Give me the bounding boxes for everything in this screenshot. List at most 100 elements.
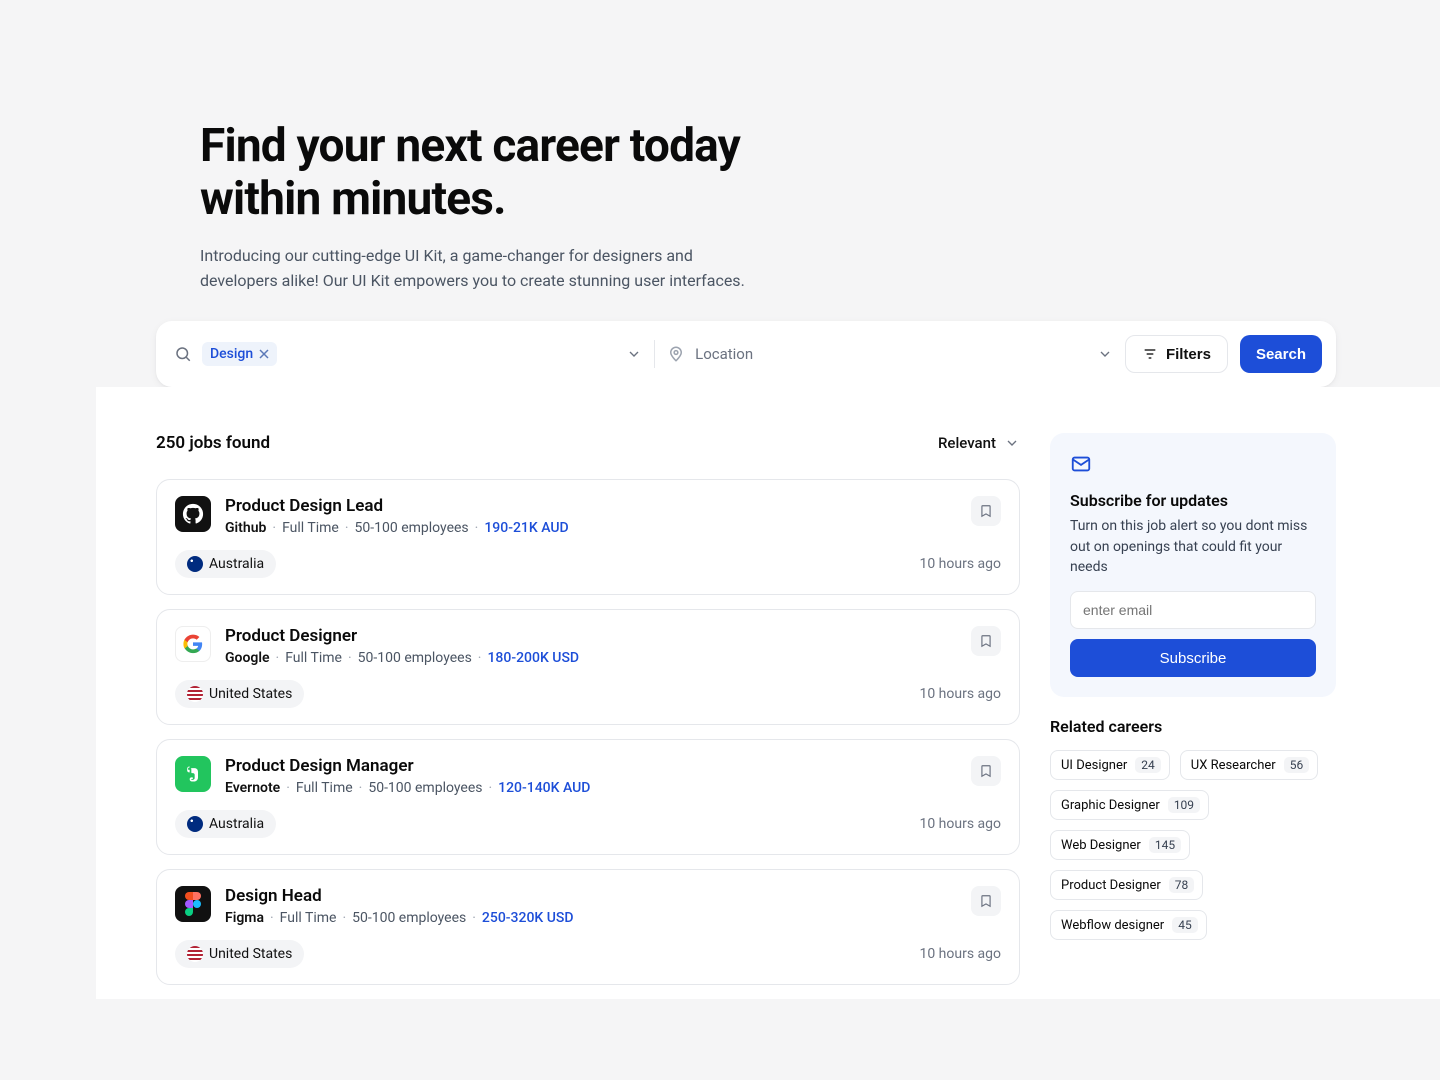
related-tag[interactable]: UX Researcher 56 bbox=[1180, 750, 1318, 780]
job-meta: Figma·Full Time·50-100 employees·250-320… bbox=[225, 910, 957, 926]
related-tag[interactable]: Web Designer 145 bbox=[1050, 830, 1190, 860]
job-type: Full Time bbox=[285, 650, 342, 666]
chip-label: Design bbox=[210, 346, 253, 362]
job-title: Design Head bbox=[225, 886, 957, 906]
related-tag[interactable]: Product Designer 78 bbox=[1050, 870, 1203, 900]
location-segment[interactable]: Location bbox=[667, 345, 1113, 363]
chevron-down-icon[interactable] bbox=[1097, 346, 1113, 362]
location-chip: Australia bbox=[175, 810, 276, 838]
subscribe-button[interactable]: Subscribe bbox=[1070, 639, 1316, 677]
search-bar: Design Location Filters Search bbox=[156, 321, 1336, 387]
company-logo bbox=[175, 756, 211, 792]
location-pin-icon bbox=[667, 345, 685, 363]
divider bbox=[654, 340, 655, 368]
flag-icon bbox=[187, 946, 203, 962]
chevron-down-icon bbox=[1004, 435, 1020, 451]
subscribe-card: Subscribe for updates Turn on this job a… bbox=[1050, 433, 1336, 697]
mail-icon bbox=[1070, 453, 1092, 475]
tag-count: 78 bbox=[1169, 877, 1195, 893]
flag-icon bbox=[187, 556, 203, 572]
related-title: Related careers bbox=[1050, 717, 1336, 736]
job-card[interactable]: Product Design Manager Evernote·Full Time… bbox=[156, 739, 1020, 855]
location-chip: United States bbox=[175, 680, 304, 708]
job-meta: Google·Full Time·50-100 employees·180-20… bbox=[225, 650, 957, 666]
job-card[interactable]: Design Head Figma·Full Time·50-100 employ… bbox=[156, 869, 1020, 985]
job-title: Product Design Manager bbox=[225, 756, 957, 776]
filters-label: Filters bbox=[1166, 346, 1211, 363]
tag-label: Product Designer bbox=[1061, 878, 1161, 893]
salary: 180-200K USD bbox=[487, 650, 579, 666]
tag-count: 45 bbox=[1172, 917, 1198, 933]
results-main: 250 jobs found Relevant Product Design L… bbox=[156, 433, 1020, 999]
subscribe-body: Turn on this job alert so you dont miss … bbox=[1070, 516, 1316, 577]
close-icon[interactable] bbox=[259, 349, 269, 359]
search-chip-design[interactable]: Design bbox=[202, 342, 277, 366]
page-subtitle: Introducing our cutting-edge UI Kit, a g… bbox=[200, 244, 760, 294]
job-card[interactable]: Product Designer Google·Full Time·50-100 … bbox=[156, 609, 1020, 725]
tag-label: UX Researcher bbox=[1191, 758, 1276, 773]
bookmark-icon bbox=[979, 503, 993, 519]
job-type: Full Time bbox=[280, 910, 337, 926]
search-label: Search bbox=[1256, 346, 1306, 363]
company-size: 50-100 employees bbox=[368, 780, 482, 796]
tag-count: 56 bbox=[1284, 757, 1310, 773]
search-icon bbox=[174, 345, 192, 363]
results-count: 250 jobs found bbox=[156, 433, 270, 453]
flag-icon bbox=[187, 686, 203, 702]
filter-icon bbox=[1142, 346, 1158, 362]
filters-button[interactable]: Filters bbox=[1125, 335, 1228, 373]
company-logo bbox=[175, 626, 211, 662]
chevron-down-icon[interactable] bbox=[626, 346, 642, 362]
company-name: Evernote bbox=[225, 780, 280, 796]
posted-time: 10 hours ago bbox=[919, 556, 1001, 572]
job-meta: Github·Full Time·50-100 employees·190-21… bbox=[225, 520, 957, 536]
related-tag[interactable]: Graphic Designer109 bbox=[1050, 790, 1209, 820]
company-name: Figma bbox=[225, 910, 264, 926]
bookmark-button[interactable] bbox=[971, 756, 1001, 786]
keyword-segment[interactable]: Design bbox=[174, 342, 642, 366]
email-field[interactable] bbox=[1070, 591, 1316, 629]
page-title: Find your next career today within minut… bbox=[200, 120, 1440, 226]
posted-time: 10 hours ago bbox=[919, 686, 1001, 702]
job-title: Product Designer bbox=[225, 626, 957, 646]
company-name: Google bbox=[225, 650, 270, 666]
location-text: United States bbox=[209, 946, 292, 962]
location-placeholder: Location bbox=[695, 345, 753, 363]
bookmark-button[interactable] bbox=[971, 886, 1001, 916]
tag-label: Graphic Designer bbox=[1061, 798, 1160, 813]
location-text: United States bbox=[209, 686, 292, 702]
job-card[interactable]: Product Design Lead Github·Full Time·50-1… bbox=[156, 479, 1020, 595]
company-logo bbox=[175, 886, 211, 922]
posted-time: 10 hours ago bbox=[919, 946, 1001, 962]
company-size: 50-100 employees bbox=[358, 650, 472, 666]
bookmark-button[interactable] bbox=[971, 626, 1001, 656]
bookmark-icon bbox=[979, 893, 993, 909]
tag-label: Webflow designer bbox=[1061, 918, 1164, 933]
salary: 250-320K USD bbox=[482, 910, 574, 926]
hero: Find your next career today within minut… bbox=[96, 0, 1440, 321]
sidebar: Subscribe for updates Turn on this job a… bbox=[1050, 433, 1336, 940]
tag-count: 145 bbox=[1149, 837, 1181, 853]
related-tag[interactable]: Webflow designer 45 bbox=[1050, 910, 1207, 940]
job-list: Product Design Lead Github·Full Time·50-1… bbox=[156, 479, 1020, 985]
company-size: 50-100 employees bbox=[355, 520, 469, 536]
search-button[interactable]: Search bbox=[1240, 335, 1322, 373]
sort-label: Relevant bbox=[938, 434, 996, 452]
related-careers: Related careers UI Designer24 UX Research… bbox=[1050, 717, 1336, 940]
location-text: Australia bbox=[209, 816, 264, 832]
bookmark-button[interactable] bbox=[971, 496, 1001, 526]
tag-label: Web Designer bbox=[1061, 838, 1141, 853]
job-meta: Evernote·Full Time·50-100 employees·120-… bbox=[225, 780, 957, 796]
company-name: Github bbox=[225, 520, 266, 536]
location-chip: United States bbox=[175, 940, 304, 968]
flag-icon bbox=[187, 816, 203, 832]
job-type: Full Time bbox=[282, 520, 339, 536]
sort-dropdown[interactable]: Relevant bbox=[938, 434, 1020, 452]
bookmark-icon bbox=[979, 763, 993, 779]
location-chip: Australia bbox=[175, 550, 276, 578]
location-text: Australia bbox=[209, 556, 264, 572]
tag-count: 24 bbox=[1135, 757, 1161, 773]
related-tag[interactable]: UI Designer24 bbox=[1050, 750, 1170, 780]
job-title: Product Design Lead bbox=[225, 496, 957, 516]
related-tags: UI Designer24 UX Researcher 56 Graphic Desi… bbox=[1050, 750, 1336, 940]
